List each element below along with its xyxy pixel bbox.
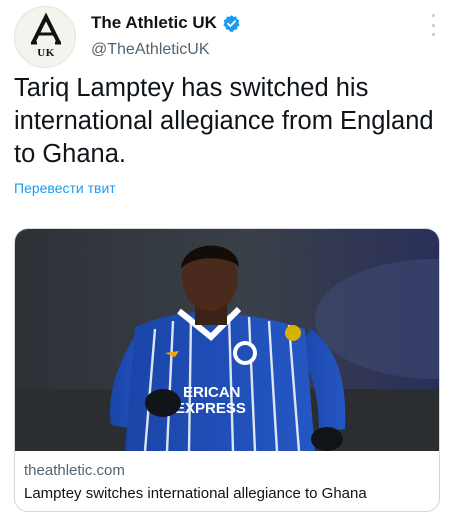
account-avatar[interactable]: UK	[14, 6, 76, 68]
avatar-label: UK	[37, 47, 55, 59]
link-card[interactable]: ERICAN EXPRESS theathletic.com Lamptey s…	[14, 228, 440, 512]
shirt-sponsor-line-1: ERICAN	[183, 384, 241, 401]
translate-tweet-link[interactable]: Перевести твит	[14, 180, 116, 196]
more-dot	[431, 23, 435, 27]
more-dot	[431, 14, 435, 17]
account-handle[interactable]: @TheAthleticUK	[91, 41, 210, 59]
tweet-text: Tariq Lamptey has switched his internati…	[14, 74, 434, 168]
shirt-sponsor-line-2: EXPRESS	[175, 400, 246, 417]
card-title[interactable]: Lamptey switches international allegianc…	[24, 485, 367, 502]
card-image[interactable]: ERICAN EXPRESS	[15, 229, 439, 451]
name-row: The Athletic UK	[91, 13, 241, 33]
card-domain: theathletic.com	[24, 462, 125, 479]
player-photo-icon: ERICAN EXPRESS	[15, 229, 439, 451]
verified-badge-icon	[223, 14, 240, 32]
more-dot	[431, 33, 435, 36]
display-name[interactable]: The Athletic UK	[91, 13, 217, 33]
more-options-icon[interactable]	[429, 14, 437, 36]
tweet[interactable]: UK The Athletic UK @TheAthleticUK Tariq …	[0, 0, 454, 520]
